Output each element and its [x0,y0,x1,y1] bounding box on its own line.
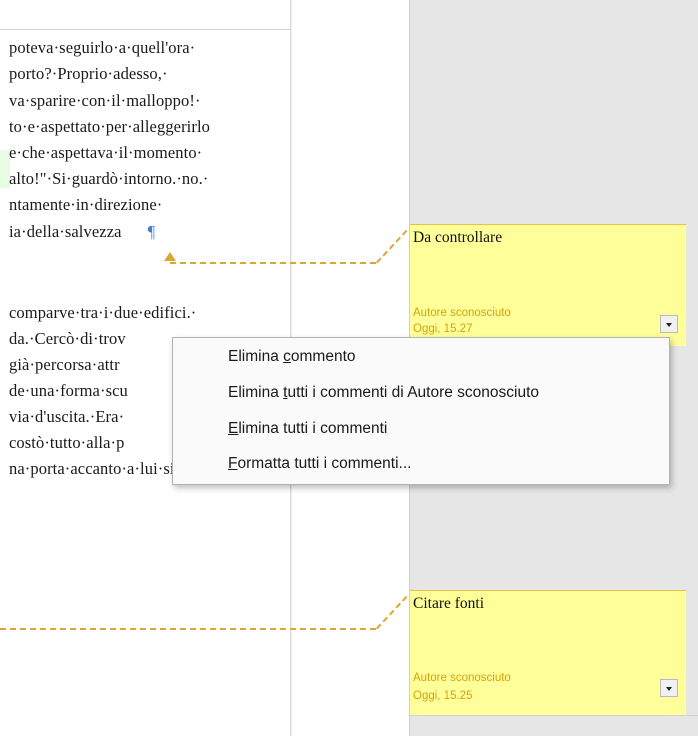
pilcrow-icon: ¶ [147,222,156,241]
text-line: da.·Cercò·di·trov [9,329,126,348]
text-line: alto!"·Si·guardò·intorno.·no.· [9,169,209,188]
comment-text[interactable]: Citare fonti [413,595,484,613]
text-line: ia·della·salvezza ¶ [9,222,155,242]
page-top-border [0,29,291,30]
menu-item-format-all-comments[interactable]: Formatta tutti i commenti... [228,449,411,479]
comment-anchor-connector [376,229,408,264]
sidebar-bottom-border [410,715,698,716]
comment-author: Autore sconosciuto [413,672,511,684]
menu-label-part: limina tutti i commenti [238,420,388,437]
text-segment: ia·della·salvezza [9,222,122,241]
chevron-down-icon[interactable] [660,315,678,333]
menu-label-part: Elimina [228,384,284,401]
text-line: via·d'uscita.·Era· [9,407,125,426]
text-line: to·e·aspettato·per·alleggerirlo [9,117,210,136]
text-line: porto?·Proprio·adesso,· [9,64,168,83]
text-line: va·sparire·con·il·malloppo!· [9,91,201,110]
comment-anchor-line [0,628,376,630]
text-line: ntamente·in·direzione· [9,195,163,214]
chevron-down-icon[interactable] [660,679,678,697]
comment-context-menu: Elimina commento Elimina tutti i comment… [172,337,670,485]
comment-text[interactable]: Da controllare [413,229,502,247]
menu-mnemonic: c [283,348,291,365]
comment-date: Oggi, 15.25 [413,690,473,702]
comment-anchor-connector [376,595,408,630]
menu-item-delete-all-comments[interactable]: Elimina tutti i commenti [228,414,387,444]
anchor-triangle-icon [164,252,176,261]
menu-label-part: ormatta tutti i commenti... [237,455,412,472]
comment-date: Oggi, 15.27 [413,323,473,335]
text-line: e·che·aspettava·il·momento· [9,143,203,162]
menu-label-part: ommento [290,348,356,365]
menu-item-delete-comment[interactable]: Elimina commento [228,342,356,372]
comment-author: Autore sconosciuto [413,307,511,319]
menu-mnemonic: E [228,420,239,437]
text-line: de·una·forma·scu [9,381,128,400]
menu-item-delete-author-comments[interactable]: Elimina tutti i commenti di Autore scono… [228,378,539,408]
text-line: poteva·seguirlo·a·quell'ora· [9,38,196,57]
text-line: già·percorsa·attr [9,355,120,374]
menu-label-part: utti i commenti di Autore sconosciuto [287,384,540,401]
comment-box[interactable]: Citare fonti Autore sconosciuto Oggi, 15… [410,590,686,715]
menu-label-part: Elimina [228,348,284,365]
comment-anchor-line [170,262,376,264]
text-line: comparve·tra·i·due·edifici.· [9,303,197,322]
comment-box[interactable]: Da controllare Autore sconosciuto Oggi, … [410,224,686,346]
text-line: costò·tutto·alla·p [9,433,125,452]
